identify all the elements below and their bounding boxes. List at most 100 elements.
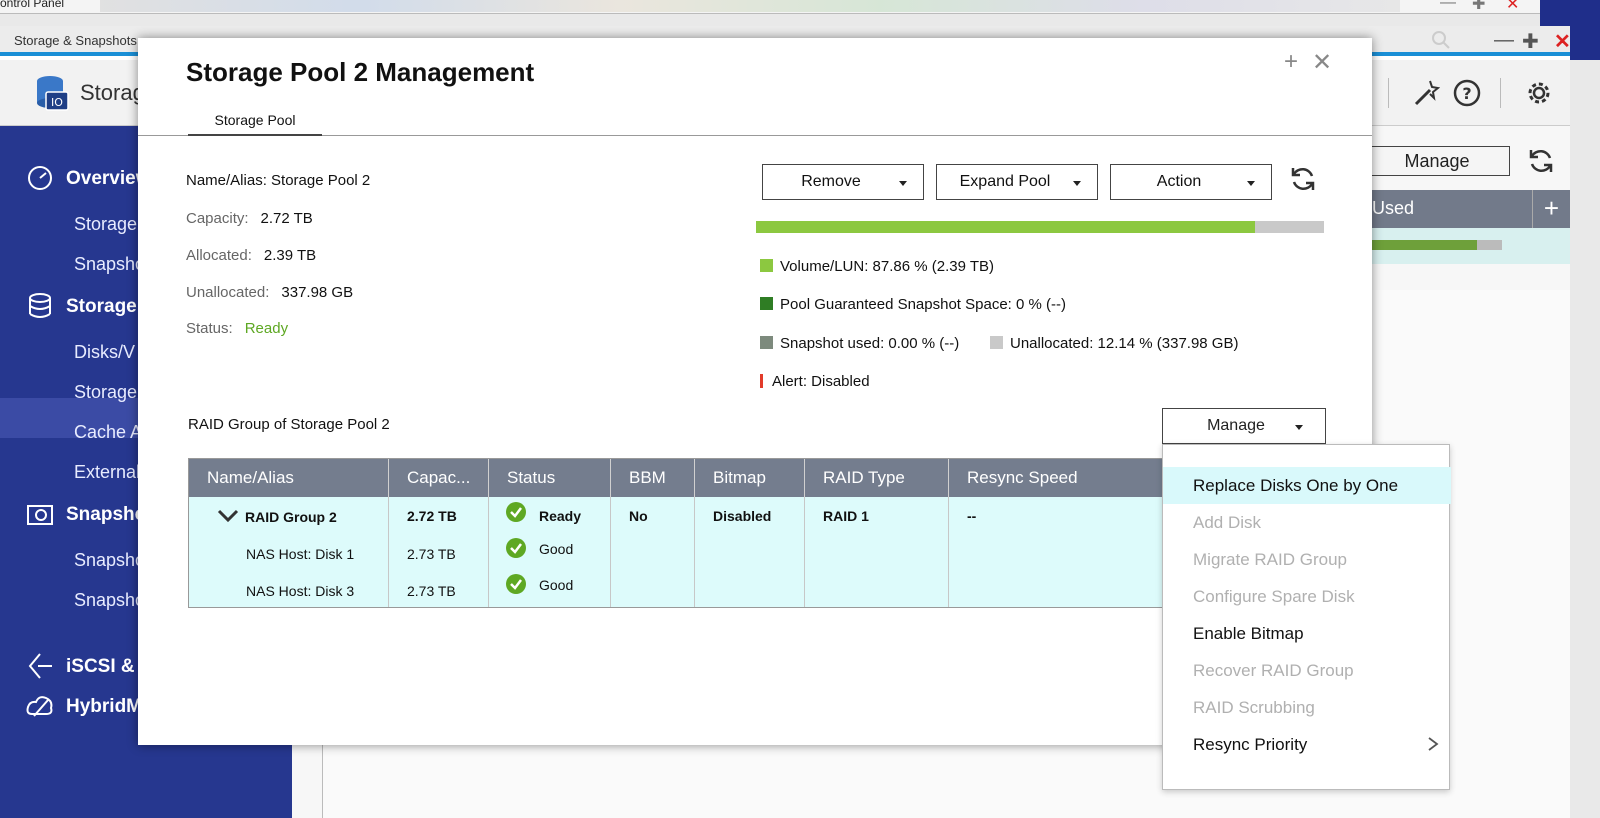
minimize-icon[interactable]: — <box>1494 29 1514 52</box>
disk-name[interactable]: NAS Host: Disk 1 <box>246 546 354 562</box>
close-icon[interactable]: ✕ <box>1554 29 1571 54</box>
sidebar-item-snapshot-section[interactable]: Snapsho <box>66 504 146 526</box>
tab-storage-pool[interactable]: Storage Pool <box>188 106 322 136</box>
column-divider <box>388 497 389 607</box>
expand-pool-label: Expand Pool <box>959 173 1051 190</box>
action-button[interactable]: Action <box>1110 164 1272 200</box>
sidebar-item-cache[interactable]: Cache A <box>74 422 142 443</box>
menu-item-replace-disks[interactable]: Replace Disks One by One <box>1163 467 1451 504</box>
refresh-icon[interactable] <box>1526 146 1556 176</box>
manage-dropdown-menu: Replace Disks One by One Add Disk Migrat… <box>1162 444 1451 790</box>
sidebar-item-snapshot-1[interactable]: Snapsho <box>74 550 145 571</box>
gear-icon[interactable] <box>1524 78 1554 108</box>
menu-item-resync-priority[interactable]: Resync Priority <box>1163 726 1451 763</box>
legend-volume: Volume/LUN: 87.86 % (2.39 TB) <box>760 258 994 275</box>
help-icon[interactable]: ? <box>1452 78 1482 108</box>
dashboard-icon <box>28 166 52 190</box>
raid-group-type: RAID 1 <box>823 508 869 524</box>
pool-usage-bar <box>756 221 1324 233</box>
sidebar-item-disks[interactable]: Disks/V <box>74 342 135 363</box>
minimize-icon[interactable]: — <box>1440 0 1456 12</box>
column-header-bbm[interactable]: BBM <box>611 459 695 497</box>
column-header-name[interactable]: Name/Alias <box>189 459 389 497</box>
menu-item-resync-priority-label: Resync Priority <box>1193 735 1308 754</box>
maximize-icon[interactable]: ✚ <box>1472 0 1485 14</box>
chevron-down-icon <box>1247 181 1255 186</box>
control-panel-thumbnails <box>100 0 1400 12</box>
column-header-raid-type[interactable]: RAID Type <box>805 459 949 497</box>
capacity-value: 2.72 TB <box>260 210 313 227</box>
magic-wand-icon[interactable] <box>1410 78 1440 108</box>
column-divider <box>610 497 611 607</box>
column-header-resync-speed[interactable]: Resync Speed <box>949 459 1187 497</box>
chevron-down-icon <box>1073 181 1081 186</box>
used-progress-bar <box>1372 240 1502 250</box>
raid-group-name[interactable]: RAID Group 2 <box>245 509 337 525</box>
svg-text:IO: IO <box>51 96 63 109</box>
control-panel-titlebar: ontrol Panel — ✚ ✕ <box>0 0 1600 14</box>
alert-marker <box>760 374 763 388</box>
camera-icon <box>27 505 53 525</box>
sidebar-item-storage[interactable]: Storage <box>74 214 137 235</box>
capacity-row: Capacity: 2.72 TB <box>186 210 313 227</box>
dialog-title: Storage Pool 2 Management <box>186 57 535 87</box>
column-header-bitmap[interactable]: Bitmap <box>695 459 805 497</box>
sidebar-item-external[interactable]: External <box>74 462 140 483</box>
storage-app-icon: IO <box>37 76 69 111</box>
raid-group-bbm: No <box>629 508 648 524</box>
menu-item-raid-scrubbing: RAID Scrubbing <box>1193 698 1315 717</box>
column-divider <box>488 497 489 607</box>
disk-capacity: 2.73 TB <box>407 546 456 562</box>
background-manage-button[interactable]: Manage <box>1364 146 1510 176</box>
sidebar-item-storage-pools[interactable]: Storage <box>74 382 137 403</box>
menu-item-enable-bitmap[interactable]: Enable Bitmap <box>1163 615 1451 652</box>
expand-pool-button[interactable]: Expand Pool <box>936 164 1098 200</box>
chevron-right-icon <box>1428 737 1439 751</box>
column-divider <box>948 497 949 607</box>
sidebar-item-snapshot-2[interactable]: Snapsho <box>74 590 145 611</box>
sidebar-item-snapshot[interactable]: Snapsho <box>74 254 145 275</box>
disk-status: Good <box>539 541 574 557</box>
background-table-row[interactable] <box>1362 228 1570 264</box>
header-divider <box>1388 78 1389 108</box>
manage-button[interactable]: Manage <box>1162 408 1326 444</box>
menu-item-configure-spare-disk: Configure Spare Disk <box>1193 587 1355 606</box>
app-brand-title: Storag <box>80 80 145 105</box>
maximize-icon[interactable]: ✚ <box>1522 29 1539 54</box>
menu-item-recover-raid-group: Recover RAID Group <box>1193 661 1354 680</box>
refresh-icon[interactable] <box>1288 164 1318 194</box>
chevron-down-icon <box>1295 425 1303 430</box>
column-header-status[interactable]: Status <box>489 459 611 497</box>
legend-guaranteed: Pool Guaranteed Snapshot Space: 0 % (--) <box>760 296 1066 313</box>
snapshot-swatch <box>760 336 773 349</box>
allocated-label: Allocated: <box>186 247 252 264</box>
close-icon[interactable]: ✕ <box>1312 48 1332 77</box>
legend-snapshot-text: Snapshot used: 0.00 % (--) <box>780 335 960 352</box>
capacity-label: Capacity: <box>186 210 249 227</box>
close-icon[interactable]: ✕ <box>1506 0 1519 14</box>
column-header-capacity[interactable]: Capac... <box>389 459 489 497</box>
add-column-button[interactable]: + <box>1532 190 1570 228</box>
svg-text:?: ? <box>1462 84 1471 103</box>
unallocated-value: 337.98 GB <box>281 284 354 301</box>
used-column-header: Used <box>1372 198 1415 218</box>
legend-alert: Alert: Disabled <box>760 373 870 390</box>
legend-volume-text: Volume/LUN: 87.86 % (2.39 TB) <box>780 258 994 275</box>
sidebar-item-hybridmount[interactable]: HybridM <box>66 696 142 718</box>
menu-item-migrate-raid-group: Migrate RAID Group <box>1193 550 1347 569</box>
table-header: Name/Alias Capac... Status BBM Bitmap RA… <box>189 459 1187 497</box>
unallocated-swatch <box>990 336 1003 349</box>
sidebar-item-storage-section[interactable]: Storage <box>66 296 137 318</box>
volume-usage-fill <box>756 221 1256 233</box>
chevron-down-icon[interactable] <box>217 509 239 523</box>
disk-name[interactable]: NAS Host: Disk 3 <box>246 583 354 599</box>
remove-button[interactable]: Remove <box>762 164 924 200</box>
allocated-value: 2.39 TB <box>263 247 317 264</box>
database-icon <box>29 293 51 318</box>
legend-alert-text: Alert: Disabled <box>772 373 870 390</box>
cloud-icon <box>26 696 53 717</box>
search-icon[interactable] <box>1430 29 1452 57</box>
status-row: Status: Ready <box>186 320 288 337</box>
expand-icon[interactable]: + <box>1284 48 1298 76</box>
unallocated-label: Unallocated: <box>186 284 270 301</box>
